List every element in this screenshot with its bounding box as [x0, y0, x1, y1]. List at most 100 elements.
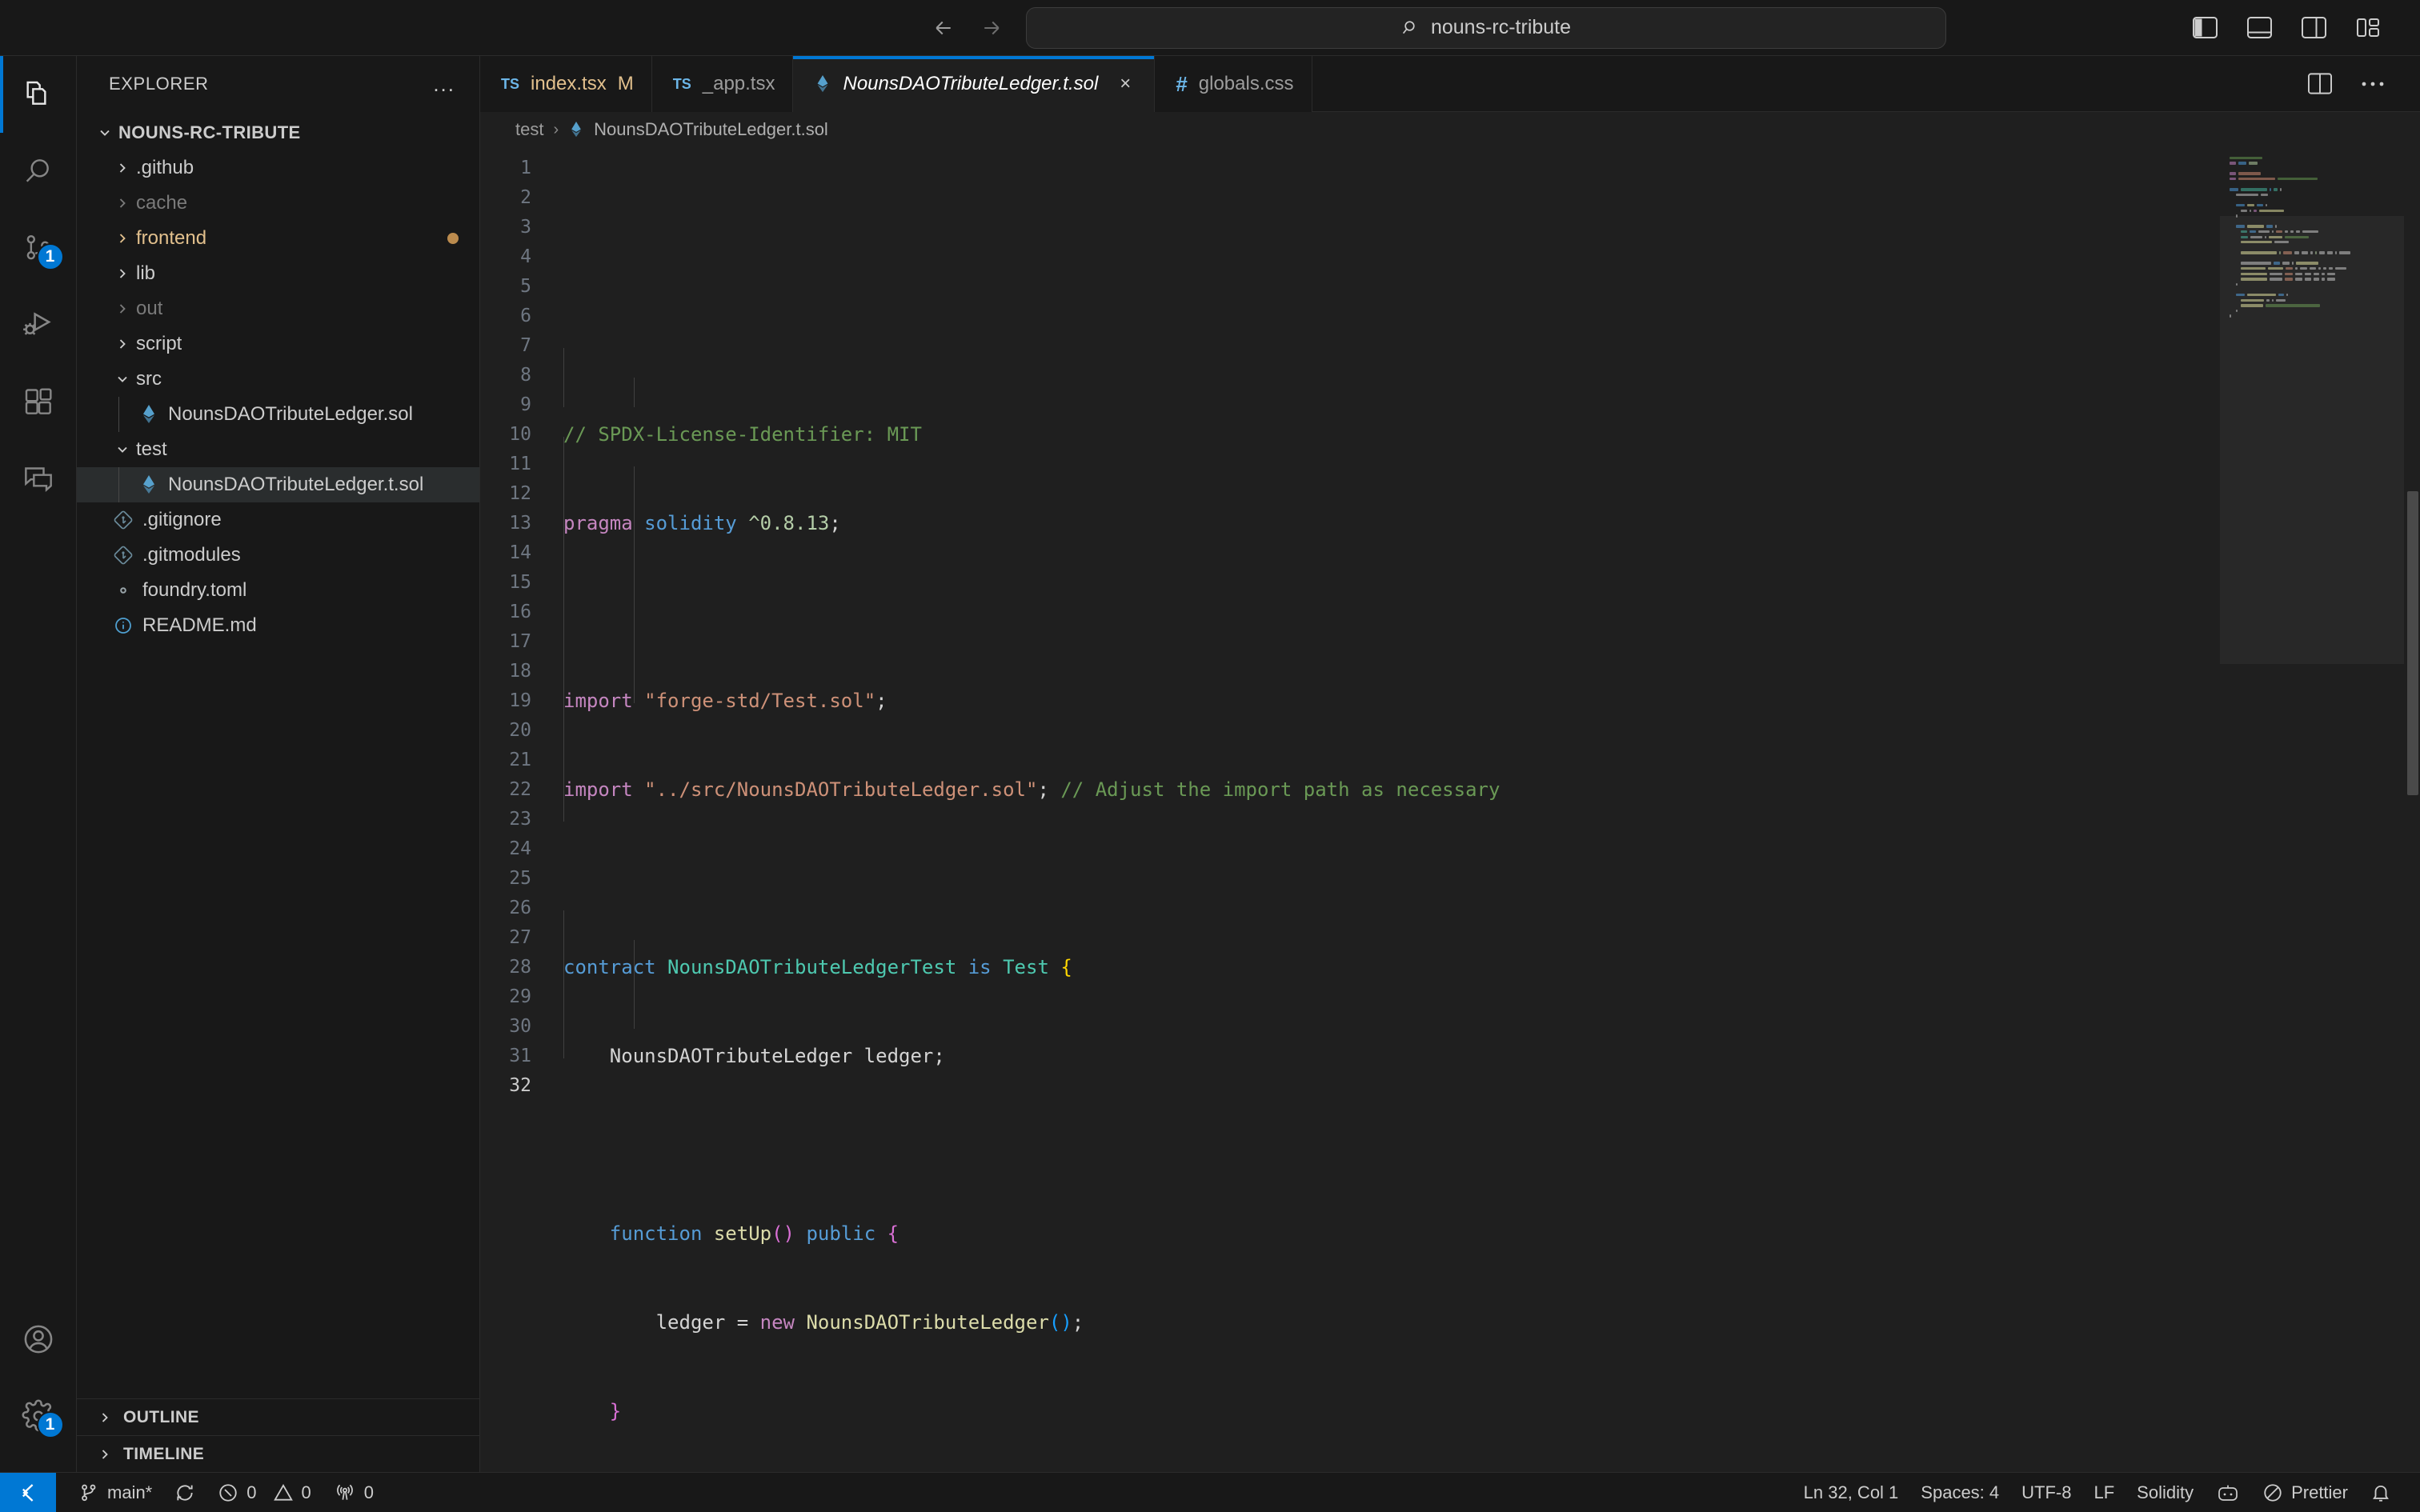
sidebar-item-explorer[interactable] [0, 56, 77, 133]
forward-button[interactable] [978, 14, 1005, 42]
tree-item-src[interactable]: src [77, 362, 479, 397]
tree-item-frontend[interactable]: frontend [77, 221, 479, 256]
minimap-slider[interactable] [2220, 216, 2404, 664]
line-number-gutter: 1 2 3 4 5 6 7 8 9 10 11 12 13 14 15 16 17 18 19 20 21 22 23 24 2… [480, 147, 544, 1472]
line-number: 21 [509, 750, 531, 770]
minimap-token [2249, 162, 2258, 165]
minimap-line [2230, 176, 2404, 182]
sidebar-item-extensions[interactable] [0, 363, 77, 440]
eol-label: LF [2093, 1482, 2115, 1502]
minimap[interactable] [2220, 147, 2404, 1472]
tree-item-lib[interactable]: lib [77, 256, 479, 291]
tree-item-label: lib [136, 262, 156, 284]
toggle-secondary-sidebar-icon[interactable] [2300, 16, 2327, 40]
minimap-line [2230, 155, 2404, 161]
code-content[interactable]: // SPDX-License-Identifier: MIT pragma s… [544, 147, 2220, 1472]
chevron-right-icon [109, 336, 136, 352]
line-number: 30 [509, 1016, 531, 1037]
tab-label: globals.css [1198, 73, 1294, 94]
prettier-label: Prettier [2291, 1482, 2348, 1502]
status-eol[interactable]: LF [2082, 1473, 2126, 1512]
breadcrumb-file[interactable]: NounsDAOTributeLedger.t.sol [594, 119, 828, 140]
status-copilot[interactable] [2205, 1473, 2251, 1512]
remote-indicator[interactable] [0, 1472, 56, 1512]
line-number: 1 [520, 158, 531, 178]
close-icon[interactable]: × [1114, 73, 1136, 95]
tab-nounsdaotributeledger-t-sol[interactable]: NounsDAOTributeLedger.t.sol × [793, 56, 1156, 112]
line-number: 10 [509, 424, 531, 445]
vscode-window: nouns-rc-tribute 1 1 EXPLORER ... NOUNS-… [0, 0, 2420, 1512]
code-editor: 1 2 3 4 5 6 7 8 9 10 11 12 13 14 15 16 17 18 19 20 21 22 23 24 2… [480, 147, 2420, 1472]
command-center-search[interactable]: nouns-rc-tribute [1026, 6, 1946, 49]
more-editor-actions-icon[interactable] [2361, 80, 2385, 88]
chevron-right-icon [109, 195, 136, 211]
status-language-mode[interactable]: Solidity [2126, 1473, 2205, 1512]
sidebar-item-search[interactable] [0, 133, 77, 210]
tree-item-cache[interactable]: cache [77, 186, 479, 221]
tree-item-github[interactable]: .github [77, 150, 479, 186]
chevron-right-icon [91, 1446, 118, 1462]
status-sync-changes[interactable] [163, 1473, 206, 1512]
customize-layout-icon[interactable] [2354, 16, 2382, 40]
sidebar-item-source-control[interactable]: 1 [0, 210, 77, 286]
manage-settings-button[interactable]: 1 [0, 1378, 77, 1454]
breadcrumb: test › NounsDAOTributeLedger.t.sol [480, 112, 2420, 147]
scrollbar-thumb[interactable] [2407, 491, 2418, 795]
sidebar-item-run-and-debug[interactable] [0, 286, 77, 363]
tree-item-nounsdaotributeledger-t-sol[interactable]: NounsDAOTributeLedger.t.sol [77, 467, 479, 502]
tab-globals-css[interactable]: # globals.css [1155, 56, 1312, 112]
chevron-right-icon [91, 1410, 118, 1426]
css-icon: # [1176, 71, 1188, 96]
tree-item-readme-md[interactable]: README.md [77, 608, 479, 643]
code-line: contract NounsDAOTributeLedgerTest is Te… [563, 956, 1072, 978]
split-editor-right-icon[interactable] [2308, 73, 2332, 94]
outline-section[interactable]: OUTLINE [77, 1398, 479, 1435]
tab-index-tsx[interactable]: TS index.tsx M [480, 56, 652, 112]
status-editor-position[interactable]: Ln 32, Col 1 [1793, 1473, 1910, 1512]
status-problems[interactable]: 0 0 [206, 1473, 323, 1512]
line-number: 5 [520, 276, 531, 297]
tree-item-label: src [136, 368, 162, 390]
status-prettier[interactable]: Prettier [2251, 1473, 2359, 1512]
line-number: 26 [509, 898, 531, 918]
tree-item-nounsdaotributeledger-sol[interactable]: NounsDAOTributeLedger.sol [77, 397, 479, 432]
tree-item-script[interactable]: script [77, 326, 479, 362]
status-indentation[interactable]: Spaces: 4 [1909, 1473, 2010, 1512]
tree-root-label: NOUNS-RC-TRIBUTE [118, 122, 301, 142]
git-icon [109, 546, 138, 565]
branch-label: main* [107, 1482, 153, 1502]
code-line: // SPDX-License-Identifier: MIT [563, 423, 922, 446]
editor-vertical-scrollbar[interactable] [2404, 147, 2420, 1472]
error-icon [218, 1482, 238, 1503]
tree-item-foundry-toml[interactable]: foundry.toml [77, 573, 479, 608]
status-encoding[interactable]: UTF-8 [2010, 1473, 2082, 1512]
line-number: 8 [520, 365, 531, 386]
status-ports[interactable]: 0 [323, 1473, 385, 1512]
tree-item-gitmodules[interactable]: .gitmodules [77, 538, 479, 573]
minimap-token [2280, 188, 2282, 191]
breadcrumb-folder[interactable]: test [515, 119, 543, 140]
status-notifications[interactable] [2359, 1473, 2402, 1512]
line-number: 18 [509, 661, 531, 682]
line-number: 2 [520, 187, 531, 208]
line-number: 6 [520, 306, 531, 326]
account-icon [22, 1322, 55, 1356]
ports-count: 0 [363, 1482, 374, 1502]
status-branch[interactable]: main* [67, 1473, 163, 1512]
toggle-primary-sidebar-icon[interactable] [2191, 16, 2218, 40]
tab-app-tsx[interactable]: TS _app.tsx [651, 56, 794, 112]
back-button[interactable] [930, 14, 957, 42]
toggle-panel-icon[interactable] [2246, 16, 2273, 40]
minimap-token [2253, 209, 2257, 212]
tree-item-out[interactable]: out [77, 291, 479, 326]
tree-root-nouns-rc-tribute[interactable]: NOUNS-RC-TRIBUTE [77, 115, 479, 150]
accounts-button[interactable] [0, 1301, 77, 1378]
tree-item-label: NounsDAOTributeLedger.t.sol [168, 474, 424, 495]
tree-item-test[interactable]: test [77, 432, 479, 467]
explorer-more-actions[interactable]: ... [433, 74, 455, 94]
tree-item-gitignore[interactable]: .gitignore [77, 502, 479, 538]
timeline-section[interactable]: TIMELINE [77, 1435, 479, 1472]
sidebar-item-chat[interactable] [0, 440, 77, 517]
source-control-icon [78, 1482, 99, 1503]
tab-modified-badge: M [617, 73, 634, 94]
